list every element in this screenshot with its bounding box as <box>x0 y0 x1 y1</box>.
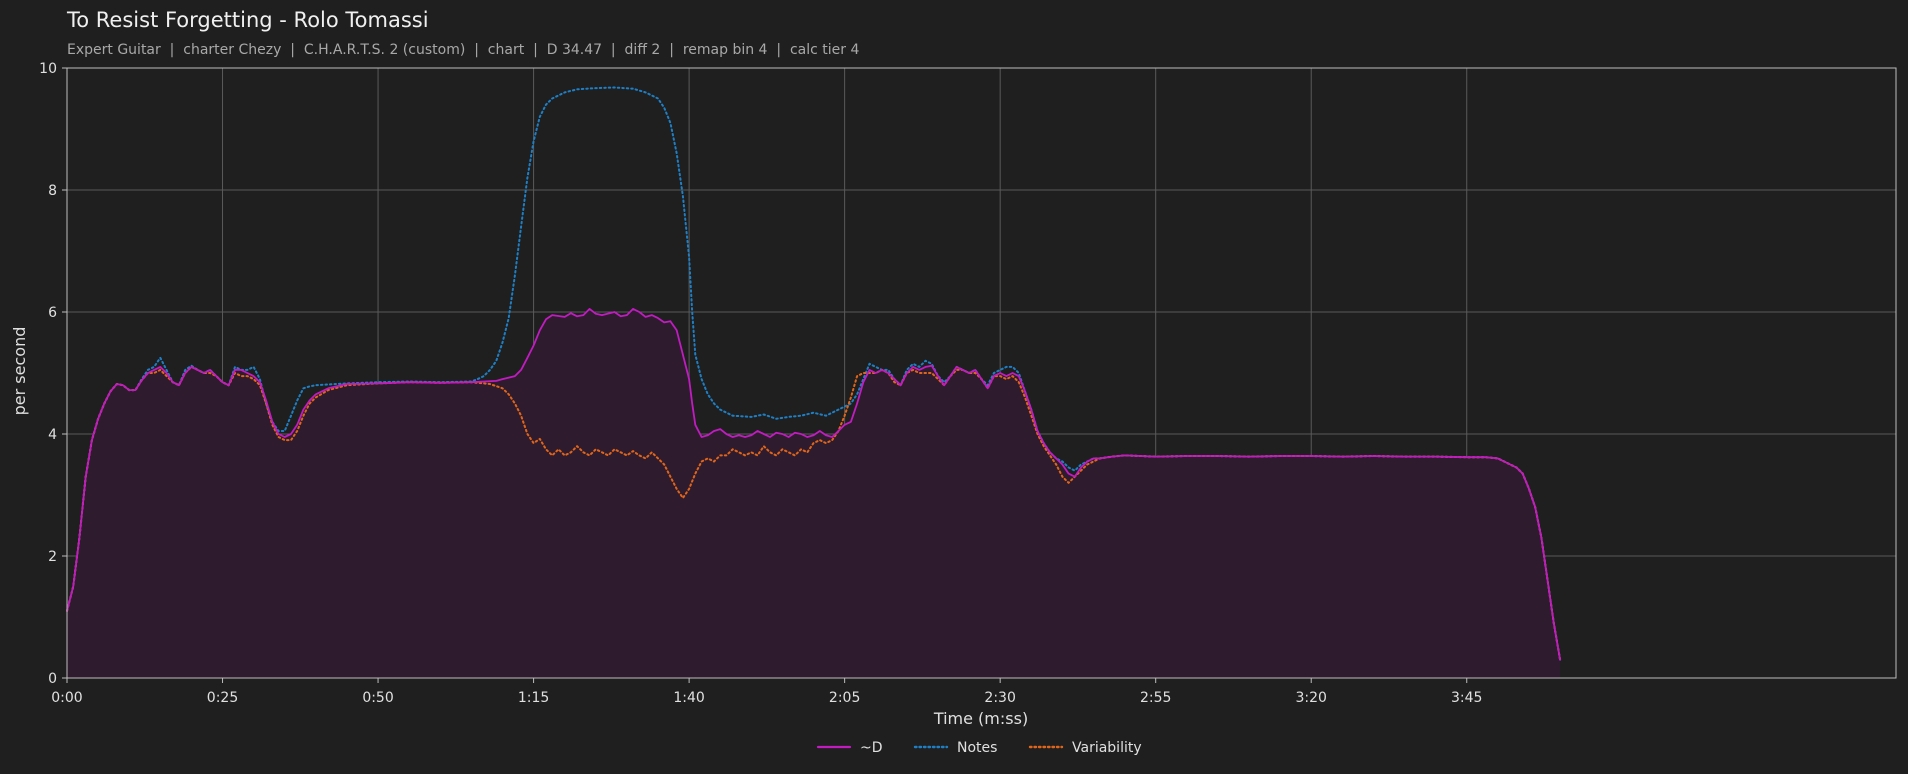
y-tick-label: 8 <box>48 183 57 199</box>
y-tick-label: 10 <box>39 61 57 77</box>
x-tick-label: 3:45 <box>1451 690 1482 706</box>
x-axis-label: Time (m:ss) <box>933 709 1028 728</box>
chart-title: To Resist Forgetting - Rolo Tomassi <box>66 8 429 32</box>
y-tick-label: 6 <box>48 305 57 321</box>
y-tick-label: 0 <box>48 671 57 687</box>
y-axis-label: per second <box>10 327 29 416</box>
y-tick-label: 2 <box>48 549 57 565</box>
x-tick-label: 2:55 <box>1140 690 1171 706</box>
legend-label: ~D <box>860 740 883 756</box>
legend: ~D Notes Variability <box>816 740 1142 756</box>
x-tick-label: 2:05 <box>829 690 860 706</box>
x-tick-label: 3:20 <box>1295 690 1326 706</box>
legend-label: Notes <box>957 740 997 756</box>
x-tick-label: 0:00 <box>51 690 82 706</box>
difficulty-chart: To Resist Forgetting - Rolo Tomassi Expe… <box>0 0 1908 774</box>
legend-label: Variability <box>1072 740 1142 756</box>
x-tick-label: 0:25 <box>207 690 238 706</box>
x-tick-label: 2:30 <box>984 690 1015 706</box>
chart-subtitle: Expert Guitar | charter Chezy | C.H.A.R.… <box>67 42 859 58</box>
x-tick-label: 1:40 <box>673 690 704 706</box>
x-tick-label: 1:15 <box>518 690 549 706</box>
x-tick-label: 0:50 <box>362 690 393 706</box>
y-tick-label: 4 <box>48 427 57 443</box>
